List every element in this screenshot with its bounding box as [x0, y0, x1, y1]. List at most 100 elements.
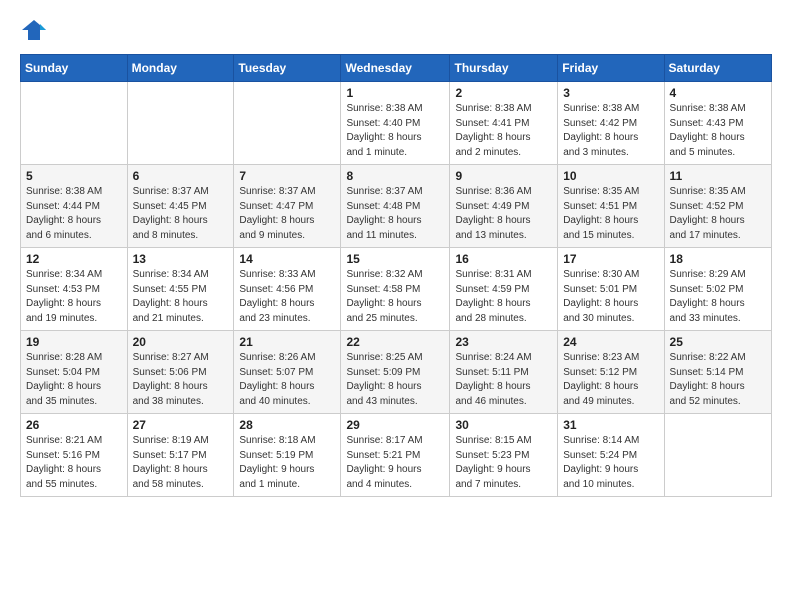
day-cell: 16 Sunrise: 8:31 AMSunset: 4:59 PMDayligh… [450, 248, 558, 331]
day-number: 20 [133, 335, 229, 349]
day-number: 17 [563, 252, 658, 266]
week-row-4: 19 Sunrise: 8:28 AMSunset: 5:04 PMDayligh… [21, 331, 772, 414]
day-cell: 8 Sunrise: 8:37 AMSunset: 4:48 PMDaylight… [341, 165, 450, 248]
day-cell: 26 Sunrise: 8:21 AMSunset: 5:16 PMDayligh… [21, 414, 128, 497]
weekday-header-monday: Monday [127, 55, 234, 82]
day-number: 27 [133, 418, 229, 432]
day-number: 10 [563, 169, 658, 183]
day-number: 28 [239, 418, 335, 432]
day-cell: 6Sunrise: 8:37 AMSunset: 4:45 PMDaylight… [127, 165, 234, 248]
day-cell [127, 82, 234, 165]
day-info: Sunrise: 8:31 AMSunset: 4:59 PMDaylight:… [455, 268, 552, 326]
weekday-header-saturday: Saturday [664, 55, 771, 82]
weekday-header-sunday: Sunday [21, 55, 128, 82]
day-cell: 1 Sunrise: 8:38 AMSunset: 4:40 PMDaylight… [341, 82, 450, 165]
day-cell: 23 Sunrise: 8:24 AMSunset: 5:11 PMDayligh… [450, 331, 558, 414]
day-info: Sunrise: 8:37 AMSunset: 4:45 PMDaylight:… [133, 185, 229, 243]
day-cell: 19 Sunrise: 8:28 AMSunset: 5:04 PMDayligh… [21, 331, 128, 414]
page: SundayMondayTuesdayWednesdayThursdayFrid… [0, 0, 792, 513]
day-cell: 15Sunrise: 8:32 AMSunset: 4:58 PMDayligh… [341, 248, 450, 331]
day-cell: 25 Sunrise: 8:22 AMSunset: 5:14 PMDayligh… [664, 331, 771, 414]
day-info: Sunrise: 8:34 AMSunset: 4:53 PMDaylight:… [26, 268, 122, 326]
day-number: 29 [346, 418, 444, 432]
day-cell: 12Sunrise: 8:34 AMSunset: 4:53 PMDayligh… [21, 248, 128, 331]
day-info: Sunrise: 8:18 AMSunset: 5:19 PMDaylight:… [239, 434, 335, 492]
day-info: Sunrise: 8:14 AMSunset: 5:24 PMDaylight:… [563, 434, 658, 492]
day-number: 4 [670, 86, 766, 100]
day-cell: 21 Sunrise: 8:26 AMSunset: 5:07 PMDayligh… [234, 331, 341, 414]
day-info: Sunrise: 8:35 AMSunset: 4:52 PMDaylight:… [670, 185, 766, 243]
day-info: Sunrise: 8:26 AMSunset: 5:07 PMDaylight:… [239, 351, 335, 409]
week-row-5: 26 Sunrise: 8:21 AMSunset: 5:16 PMDayligh… [21, 414, 772, 497]
day-info: Sunrise: 8:28 AMSunset: 5:04 PMDaylight:… [26, 351, 122, 409]
day-cell: 4 Sunrise: 8:38 AMSunset: 4:43 PMDaylight… [664, 82, 771, 165]
day-cell: 22 Sunrise: 8:25 AMSunset: 5:09 PMDayligh… [341, 331, 450, 414]
day-info: Sunrise: 8:38 AMSunset: 4:41 PMDaylight:… [455, 102, 552, 160]
day-cell: 18 Sunrise: 8:29 AMSunset: 5:02 PMDayligh… [664, 248, 771, 331]
day-number: 15 [346, 252, 444, 266]
day-number: 16 [455, 252, 552, 266]
day-number: 8 [346, 169, 444, 183]
day-info: Sunrise: 8:30 AMSunset: 5:01 PMDaylight:… [563, 268, 658, 326]
day-info: Sunrise: 8:37 AMSunset: 4:48 PMDaylight:… [346, 185, 444, 243]
day-number: 23 [455, 335, 552, 349]
day-info: Sunrise: 8:23 AMSunset: 5:12 PMDaylight:… [563, 351, 658, 409]
day-cell: 30 Sunrise: 8:15 AMSunset: 5:23 PMDayligh… [450, 414, 558, 497]
calendar-table: SundayMondayTuesdayWednesdayThursdayFrid… [20, 54, 772, 497]
day-cell: 13 Sunrise: 8:34 AMSunset: 4:55 PMDayligh… [127, 248, 234, 331]
day-number: 2 [455, 86, 552, 100]
day-info: Sunrise: 8:21 AMSunset: 5:16 PMDaylight:… [26, 434, 122, 492]
day-cell [664, 414, 771, 497]
day-cell: 31Sunrise: 8:14 AMSunset: 5:24 PMDayligh… [558, 414, 664, 497]
day-number: 19 [26, 335, 122, 349]
weekday-row: SundayMondayTuesdayWednesdayThursdayFrid… [21, 55, 772, 82]
day-cell: 10Sunrise: 8:35 AMSunset: 4:51 PMDayligh… [558, 165, 664, 248]
day-cell: 24Sunrise: 8:23 AMSunset: 5:12 PMDayligh… [558, 331, 664, 414]
logo [20, 16, 52, 44]
day-cell: 2 Sunrise: 8:38 AMSunset: 4:41 PMDaylight… [450, 82, 558, 165]
day-cell: 27Sunrise: 8:19 AMSunset: 5:17 PMDayligh… [127, 414, 234, 497]
weekday-header-thursday: Thursday [450, 55, 558, 82]
week-row-1: 1 Sunrise: 8:38 AMSunset: 4:40 PMDaylight… [21, 82, 772, 165]
day-number: 26 [26, 418, 122, 432]
week-row-3: 12Sunrise: 8:34 AMSunset: 4:53 PMDayligh… [21, 248, 772, 331]
day-number: 5 [26, 169, 122, 183]
day-info: Sunrise: 8:38 AMSunset: 4:42 PMDaylight:… [563, 102, 658, 160]
day-info: Sunrise: 8:24 AMSunset: 5:11 PMDaylight:… [455, 351, 552, 409]
day-number: 18 [670, 252, 766, 266]
day-info: Sunrise: 8:38 AMSunset: 4:43 PMDaylight:… [670, 102, 766, 160]
day-cell: 14Sunrise: 8:33 AMSunset: 4:56 PMDayligh… [234, 248, 341, 331]
day-number: 13 [133, 252, 229, 266]
day-cell [21, 82, 128, 165]
day-number: 22 [346, 335, 444, 349]
day-cell: 9 Sunrise: 8:36 AMSunset: 4:49 PMDaylight… [450, 165, 558, 248]
weekday-header-tuesday: Tuesday [234, 55, 341, 82]
day-info: Sunrise: 8:15 AMSunset: 5:23 PMDaylight:… [455, 434, 552, 492]
day-info: Sunrise: 8:34 AMSunset: 4:55 PMDaylight:… [133, 268, 229, 326]
day-number: 21 [239, 335, 335, 349]
day-info: Sunrise: 8:29 AMSunset: 5:02 PMDaylight:… [670, 268, 766, 326]
day-cell: 29 Sunrise: 8:17 AMSunset: 5:21 PMDayligh… [341, 414, 450, 497]
day-cell [234, 82, 341, 165]
day-cell: 20 Sunrise: 8:27 AMSunset: 5:06 PMDayligh… [127, 331, 234, 414]
day-info: Sunrise: 8:27 AMSunset: 5:06 PMDaylight:… [133, 351, 229, 409]
day-cell: 3Sunrise: 8:38 AMSunset: 4:42 PMDaylight… [558, 82, 664, 165]
day-number: 1 [346, 86, 444, 100]
header [20, 16, 772, 44]
day-info: Sunrise: 8:37 AMSunset: 4:47 PMDaylight:… [239, 185, 335, 243]
day-info: Sunrise: 8:17 AMSunset: 5:21 PMDaylight:… [346, 434, 444, 492]
logo-icon [20, 16, 48, 44]
day-info: Sunrise: 8:22 AMSunset: 5:14 PMDaylight:… [670, 351, 766, 409]
calendar-body: 1 Sunrise: 8:38 AMSunset: 4:40 PMDaylight… [21, 82, 772, 497]
day-cell: 5Sunrise: 8:38 AMSunset: 4:44 PMDaylight… [21, 165, 128, 248]
day-info: Sunrise: 8:25 AMSunset: 5:09 PMDaylight:… [346, 351, 444, 409]
day-number: 14 [239, 252, 335, 266]
day-number: 9 [455, 169, 552, 183]
day-info: Sunrise: 8:38 AMSunset: 4:40 PMDaylight:… [346, 102, 444, 160]
day-number: 30 [455, 418, 552, 432]
day-info: Sunrise: 8:36 AMSunset: 4:49 PMDaylight:… [455, 185, 552, 243]
day-cell: 11 Sunrise: 8:35 AMSunset: 4:52 PMDayligh… [664, 165, 771, 248]
day-number: 25 [670, 335, 766, 349]
week-row-2: 5Sunrise: 8:38 AMSunset: 4:44 PMDaylight… [21, 165, 772, 248]
day-number: 11 [670, 169, 766, 183]
